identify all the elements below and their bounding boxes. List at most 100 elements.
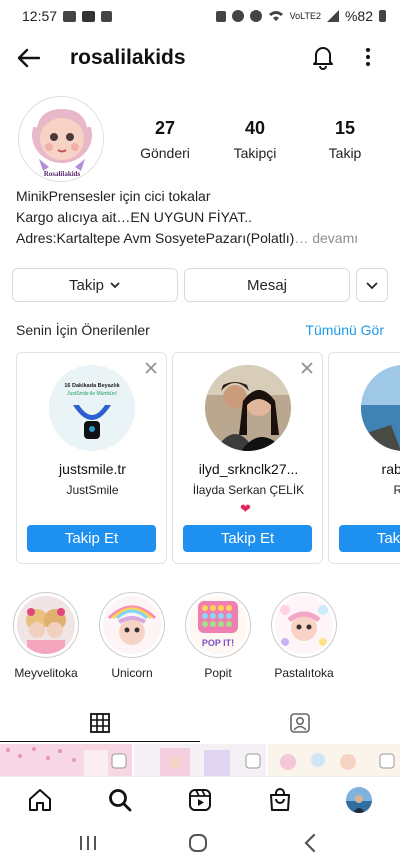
recent-apps-icon[interactable] — [78, 834, 98, 852]
tagged-icon — [290, 713, 310, 733]
wifi-icon — [268, 11, 283, 21]
bio-line: Adres:Kartaltepe Avm SosyetePazarı(Polat… — [16, 228, 386, 249]
following-dropdown-button[interactable]: Takip — [12, 268, 178, 302]
story-highlights: Meyvelitoka Unicorn POP IT! Popit Pastal… — [0, 592, 400, 682]
suggestion-avatar[interactable]: 16 Dakikada Beyazlık JustSmile ile Mümkü… — [49, 365, 135, 451]
bottom-navigation — [0, 776, 400, 822]
suggestion-username[interactable]: ilyd_srknclk27... — [177, 461, 320, 477]
highlight-label: Unicorn — [111, 666, 153, 680]
profile-bio: MinikPrensesler için cici tokalar Kargo … — [16, 186, 386, 249]
following-stat[interactable]: 15 Takip — [300, 118, 390, 161]
highlight-cover — [17, 596, 75, 654]
suggestions-carousel[interactable]: 16 Dakikada Beyazlık JustSmile ile Mümkü… — [16, 352, 400, 564]
highlight-ring — [13, 592, 79, 658]
signal-icon — [326, 10, 339, 22]
battery-icon — [379, 10, 386, 22]
profile-username: rosalilakids — [70, 46, 186, 69]
highlight-label: Popit — [204, 666, 232, 680]
chevron-down-icon — [366, 282, 378, 290]
shop-icon[interactable] — [267, 787, 293, 813]
follow-button[interactable]: Takip Et — [183, 525, 312, 552]
follow-button[interactable]: Takip Et — [27, 525, 156, 552]
seaside-photo — [361, 365, 400, 451]
bio-line: Kargo alıcıya ait…EN UYGUN FİYAT.. — [16, 209, 252, 225]
highlight-ring: POP IT! — [185, 592, 251, 658]
pic-caption-2: JustSmile ile Mümkün! — [67, 391, 117, 397]
suggestion-username[interactable]: rabia_k — [333, 461, 400, 477]
highlight-ring — [99, 592, 165, 658]
profile-header: rosalilakids — [0, 36, 400, 80]
chevron-down-icon — [110, 282, 120, 289]
status-time: 12:57 — [22, 8, 58, 24]
pic-caption-1: 16 Dakikada Beyazlık — [64, 383, 120, 389]
avatar-caption: Rosalilakids — [44, 170, 81, 178]
bio-line: MinikPrensesler için cici tokalar — [16, 188, 211, 204]
suggestion-fullname: Rab — [393, 483, 400, 497]
tab-posts-grid[interactable] — [0, 704, 200, 742]
battery-level: %82 — [344, 8, 373, 24]
highlight-ring — [271, 592, 337, 658]
suggestions-title: Senin İçin Önerilenler — [16, 322, 150, 338]
system-navigation-bar — [0, 822, 400, 866]
profile-tab-avatar[interactable] — [346, 787, 372, 813]
see-all-link[interactable]: Tümünü Gör — [305, 322, 384, 338]
status-bar: 12:57 VoLTE2 %82 — [0, 0, 400, 32]
profile-avatar[interactable]: Rosalilakids — [18, 96, 104, 182]
package-icon — [101, 10, 113, 22]
following-count: 15 — [334, 118, 356, 138]
follow-button[interactable]: Takip Et — [339, 525, 400, 552]
home-icon[interactable] — [27, 787, 53, 813]
post-thumbnail[interactable] — [268, 744, 400, 776]
content-tabs — [0, 704, 400, 742]
highlight-cover — [275, 596, 333, 654]
teeth-whitening-device-image: 16 Dakikada Beyazlık JustSmile ile Mümkü… — [49, 365, 135, 451]
suggestion-avatar[interactable] — [361, 365, 400, 451]
message-button[interactable]: Mesaj — [184, 268, 350, 302]
suggestion-fullname: İlayda Serkan ÇELİK — [192, 483, 305, 497]
tab-tagged[interactable] — [200, 704, 400, 742]
highlight-item[interactable]: Unicorn — [90, 592, 174, 680]
suggestions-toggle-button[interactable] — [356, 268, 388, 302]
youtube-icon — [82, 10, 96, 22]
suggestion-card: ilyd_srknclk27... İlayda Serkan ÇELİK ❤ … — [172, 352, 323, 564]
following-button-label: Takip — [68, 276, 105, 294]
suggestion-fullname: JustSmile — [66, 483, 119, 497]
posts-grid — [0, 744, 400, 776]
heart-emoji: ❤ — [240, 501, 251, 516]
suggestion-avatar[interactable] — [205, 365, 291, 451]
couple-photo — [205, 365, 291, 451]
search-icon[interactable] — [107, 787, 133, 813]
profile-stats: 27 Gönderi 40 Takipçi 15 Takip — [120, 118, 390, 161]
suggestion-username[interactable]: justsmile.tr — [21, 461, 164, 477]
bell-icon[interactable] — [310, 44, 336, 70]
notification-icon — [63, 10, 77, 22]
followers-stat[interactable]: 40 Takipçi — [210, 118, 300, 161]
reels-icon[interactable] — [187, 787, 213, 813]
home-system-icon[interactable] — [188, 833, 208, 853]
highlight-item[interactable]: Meyvelitoka — [4, 592, 88, 680]
posts-stat[interactable]: 27 Gönderi — [120, 118, 210, 161]
back-arrow-icon[interactable] — [14, 44, 42, 72]
highlight-item[interactable]: POP IT! Popit — [176, 592, 260, 680]
baby-bonnet-illustration: Rosalilakids — [19, 97, 103, 181]
bio-more-link[interactable]: … devamı — [294, 230, 358, 246]
bio-address: Adres:Kartaltepe Avm SosyetePazarı(Polat… — [16, 230, 295, 246]
suggestion-card: 16 Dakikada Beyazlık JustSmile ile Mümkü… — [16, 352, 167, 564]
following-label: Takip — [328, 145, 362, 161]
followers-label: Takipçi — [233, 145, 277, 161]
popit-badge: POP IT! — [202, 638, 234, 648]
highlight-cover: POP IT! — [189, 596, 247, 654]
suggestions-header: Senin İçin Önerilenler Tümünü Gör — [16, 322, 384, 338]
post-thumbnail[interactable] — [134, 744, 266, 776]
close-icon[interactable] — [144, 361, 158, 375]
back-system-icon[interactable] — [302, 833, 318, 853]
close-icon[interactable] — [300, 361, 314, 375]
network-label: VoLTE2 — [289, 10, 321, 21]
profile-actions: Takip Mesaj — [12, 268, 388, 302]
followers-count: 40 — [244, 118, 266, 138]
alarm-icon — [231, 10, 244, 22]
highlight-item[interactable]: Pastalıtoka — [262, 592, 346, 680]
more-icon[interactable] — [358, 44, 378, 70]
post-thumbnail[interactable] — [0, 744, 132, 776]
suggestion-card: rabia_k Rab Takip Et — [328, 352, 400, 564]
